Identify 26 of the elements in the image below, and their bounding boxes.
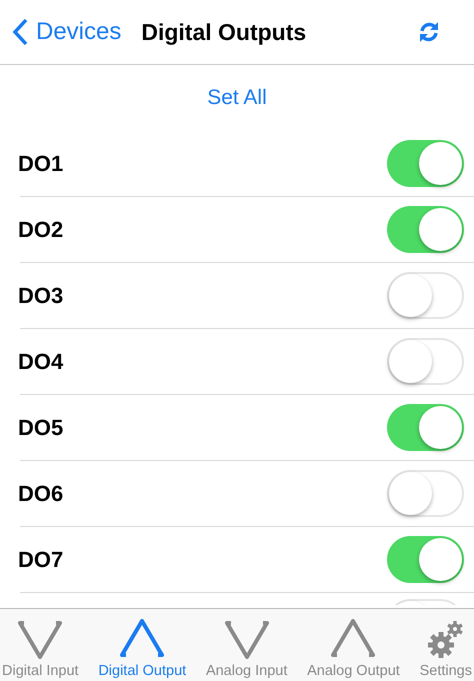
output-label: DO2	[18, 216, 64, 242]
tab-item[interactable]: Settings	[420, 609, 472, 681]
output-label: DO6	[18, 480, 64, 506]
toggle-switch[interactable]	[387, 338, 464, 385]
screen-title: Digital Outputs	[141, 18, 306, 46]
tab-item[interactable]: Digital Output	[98, 609, 186, 681]
output-label: DO7	[18, 546, 64, 572]
back-button[interactable]: Devices	[0, 18, 122, 46]
tab-item[interactable]: Analog Output	[307, 609, 400, 681]
tab-item[interactable]: Analog Input	[206, 609, 288, 681]
output-label: DO4	[18, 348, 64, 374]
toggle-switch[interactable]	[387, 470, 464, 517]
toggle-switch[interactable]	[387, 272, 464, 319]
toggle-switch[interactable]	[387, 206, 464, 253]
tab-item[interactable]: Digital Input	[2, 609, 79, 681]
refresh-button[interactable]	[418, 21, 440, 43]
output-label: DO3	[18, 282, 64, 308]
refresh-icon	[418, 21, 440, 43]
output-label: DO1	[18, 150, 64, 176]
settings-icon	[426, 619, 465, 659]
toggle-switch[interactable]	[387, 404, 464, 451]
set-all-button[interactable]: Set All	[203, 65, 271, 131]
toggle-switch[interactable]	[387, 140, 464, 187]
back-chevron-icon	[12, 18, 28, 46]
output-label: DO5	[18, 414, 64, 440]
toggle-switch[interactable]	[387, 536, 464, 583]
